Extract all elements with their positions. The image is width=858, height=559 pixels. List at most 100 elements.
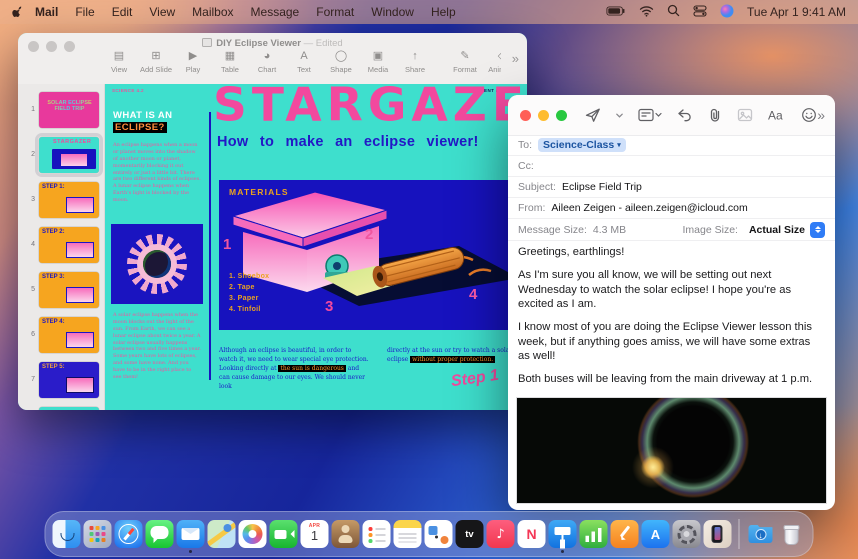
slide-thumbnail-5[interactable]: STEP 3: [39, 272, 99, 308]
dock-mail-icon[interactable] [177, 520, 205, 548]
menu-bar: Mail File Edit View Mailbox Message Format Wind… [0, 0, 858, 24]
toolbar-animate[interactable]: ◇Animate [489, 50, 501, 74]
slide-corner-label-left: SCIENCE 4.2 [112, 88, 144, 93]
slide-canvas[interactable]: SCIENCE 4.2 EXPERIMENT #11 WHAT IS AN EC… [105, 84, 527, 410]
slide-thumbnail-2[interactable]: STARGAZER [39, 137, 99, 173]
material-number-2: 2 [365, 226, 373, 243]
menu-edit[interactable]: Edit [112, 5, 133, 19]
toolbar-label: Table [221, 65, 239, 74]
slide-navigator[interactable]: 1SOLAR ECLIPSE FIELD TRIP2STARGAZER3STEP… [18, 84, 105, 410]
recipient-token[interactable]: Science-Class▾ [538, 138, 626, 152]
slide-number: 1 [18, 106, 39, 113]
apple-logo-icon[interactable] [12, 5, 25, 19]
toolbar-label: View [111, 65, 127, 74]
send-icon[interactable] [585, 103, 601, 127]
play-icon: ▶ [189, 50, 197, 64]
mail-toolbar-overflow-icon[interactable]: » [817, 107, 825, 123]
menu-clock[interactable]: Tue Apr 1 9:41 AM [747, 5, 846, 19]
emoji-icon[interactable] [801, 103, 817, 127]
dock-reminders-icon[interactable] [363, 520, 391, 548]
slide-paragraph-2: A solar eclipse happens when the moon bl… [113, 312, 201, 381]
dock-downloads-icon[interactable]: ↓ [747, 520, 775, 548]
battery-icon[interactable] [606, 5, 626, 20]
dock-iphone-icon[interactable] [704, 520, 732, 548]
running-indicator [189, 550, 192, 553]
dock-calendar-icon[interactable]: APR1 [301, 520, 329, 548]
shape-icon: ◯ [335, 50, 347, 64]
materials-panel: MATERIALS 1. Shoebox2. Tape3. Paper4. Ti… [219, 180, 519, 330]
toolbar-play[interactable]: ▶Play [180, 50, 206, 74]
dock-appstore-icon[interactable]: A [642, 520, 670, 548]
format-text-icon[interactable]: Aa [767, 103, 787, 127]
dock-finder-icon[interactable] [53, 520, 81, 548]
toolbar-label: Animate [488, 65, 501, 74]
slide-thumbnail-6[interactable]: STEP 4: [39, 317, 99, 353]
materials-item: 2. Tape [229, 283, 269, 294]
dock-settings-icon[interactable] [673, 520, 701, 548]
step-1-label: Step 1 [450, 367, 500, 392]
toolbar-view[interactable]: ▤View [106, 50, 132, 74]
toolbar-overflow-icon[interactable]: » [512, 51, 519, 66]
dock-pages-icon[interactable] [611, 520, 639, 548]
dock-maps-icon[interactable] [208, 520, 236, 548]
dock-trash-icon[interactable] [778, 520, 806, 548]
menu-view[interactable]: View [149, 5, 175, 19]
toolbar-text[interactable]: AText [291, 50, 317, 74]
slide-thumbnail-label: STEP 3: [42, 274, 97, 280]
wifi-icon[interactable] [639, 5, 654, 20]
menu-message[interactable]: Message [251, 5, 300, 19]
mail-traffic-lights[interactable] [520, 110, 567, 121]
menu-mail[interactable]: Mail [35, 5, 58, 19]
header-fields-icon[interactable] [638, 103, 662, 127]
dock-numbers-icon[interactable] [580, 520, 608, 548]
menu-mailbox[interactable]: Mailbox [192, 5, 233, 19]
toolbar-chart[interactable]: ◕Chart [254, 50, 280, 74]
materials-item: 4. Tinfoil [229, 305, 269, 316]
slide-thumbnail-7[interactable]: STEP 5: [39, 362, 99, 398]
dock-launchpad-icon[interactable] [84, 520, 112, 548]
to-field[interactable]: To: Science-Class▾ [508, 135, 835, 156]
toolbar-table[interactable]: ▦Table [217, 50, 243, 74]
toolbar-format[interactable]: ✎Format [452, 50, 478, 74]
from-field[interactable]: From: Aileen Zeigen - aileen.zeigen@iclo… [508, 198, 835, 219]
subject-value: Eclipse Field Trip [562, 181, 642, 193]
chart-icon: ◕ [264, 50, 271, 64]
image-size-dropdown[interactable] [810, 222, 825, 238]
toolbar-share[interactable]: ↑Share [402, 50, 428, 74]
slide-number: 2 [18, 151, 39, 158]
eclipse-photo-attachment[interactable] [516, 397, 827, 504]
chevron-down-icon[interactable] [615, 103, 624, 127]
dock-freeform-icon[interactable] [425, 520, 453, 548]
dock-contacts-icon[interactable] [332, 520, 360, 548]
siri-icon[interactable] [720, 4, 734, 21]
attach-icon[interactable] [707, 103, 723, 127]
search-icon[interactable] [667, 4, 680, 20]
dock-messages-icon[interactable] [146, 520, 174, 548]
photo-icon[interactable] [737, 103, 753, 127]
menu-format[interactable]: Format [316, 5, 354, 19]
dock-photos-icon[interactable] [239, 520, 267, 548]
menu-window[interactable]: Window [371, 5, 414, 19]
slide-thumbnail-8[interactable]: DID YOU KNOW [39, 407, 99, 411]
dock-facetime-icon[interactable] [270, 520, 298, 548]
toolbar-media[interactable]: ▣Media [365, 50, 391, 74]
toolbar-shape[interactable]: ◯Shape [328, 50, 354, 74]
dock-news-icon[interactable]: N [518, 520, 546, 548]
toolbar-label: Media [368, 65, 388, 74]
dock-notes-icon[interactable] [394, 520, 422, 548]
dock-safari-icon[interactable] [115, 520, 143, 548]
control-center-icon[interactable] [693, 5, 707, 20]
menu-file[interactable]: File [75, 5, 94, 19]
dock-keynote-icon[interactable] [549, 520, 577, 548]
subject-field[interactable]: Subject: Eclipse Field Trip [508, 177, 835, 198]
toolbar-add-slide[interactable]: ⊞Add Slide [143, 50, 169, 74]
slide-thumbnail-4[interactable]: STEP 2: [39, 227, 99, 263]
dock-music-icon[interactable]: ♪ [487, 520, 515, 548]
reply-icon[interactable] [676, 103, 693, 127]
dock-appletv-icon[interactable]: tv [456, 520, 484, 548]
slide-thumbnail-3[interactable]: STEP 1: [39, 182, 99, 218]
slide-thumbnail-1[interactable]: SOLAR ECLIPSE FIELD TRIP [39, 92, 99, 128]
cc-field[interactable]: Cc: [508, 156, 835, 177]
table-icon: ▦ [225, 50, 235, 64]
menu-help[interactable]: Help [431, 5, 456, 19]
